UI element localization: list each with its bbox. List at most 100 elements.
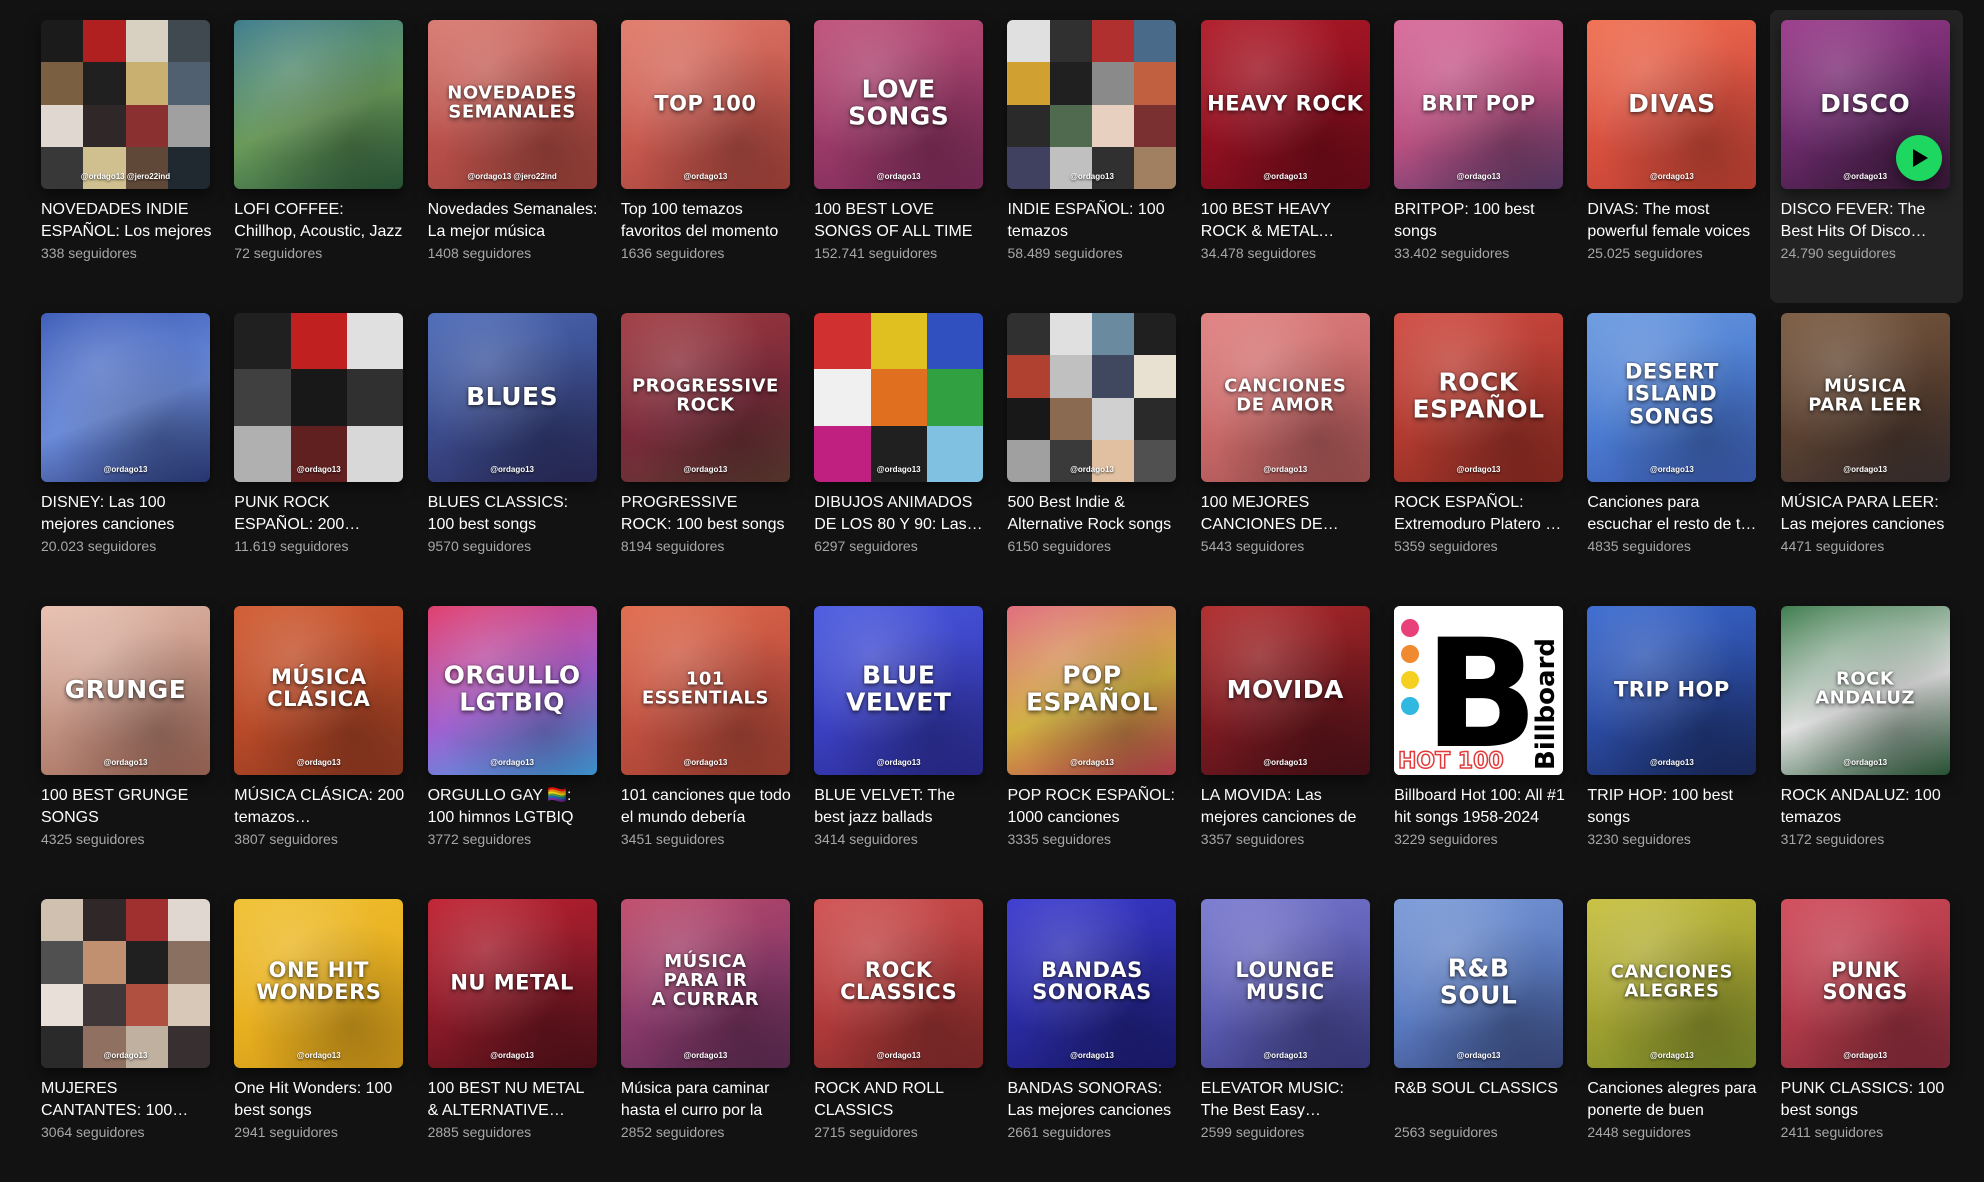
playlist-card[interactable]: PUNK SONGS @ordago13 PUNK CLASSICS: 100 be… (1770, 889, 1963, 1182)
playlist-title[interactable]: 100 MEJORES CANCIONES DE AMOR (1201, 492, 1372, 536)
playlist-card[interactable]: DESERT ISLAND SONGS @ordago13 Canciones pa… (1576, 303, 1769, 596)
playlist-cover[interactable]: TOP 100 @ordago13 (620, 20, 790, 189)
playlist-title[interactable]: 100 BEST HEAVY ROCK & METAL SONGS (1201, 199, 1372, 243)
playlist-title[interactable]: ORGULLO GAY 🏳️‍🌈: 100 himnos LGTBIQ (428, 785, 599, 829)
playlist-card[interactable]: ROCK ANDALUZ @ordago13 ROCK ANDALUZ: 100 t… (1770, 596, 1963, 889)
playlist-title[interactable]: DISNEY: Las 100 mejores canciones (41, 492, 212, 536)
playlist-title[interactable]: ELEVATOR MUSIC: The Best Easy Listening (1201, 1078, 1372, 1122)
playlist-cover[interactable]: ROCK CLASSICS @ordago13 (814, 899, 984, 1068)
playlist-title[interactable]: 100 BEST LOVE SONGS OF ALL TIME (814, 199, 985, 243)
playlist-title[interactable]: DISCO FEVER: The Best Hits Of Disco Musi… (1781, 199, 1952, 243)
playlist-title[interactable]: ROCK ESPAÑOL: Extremoduro Platero y Tú (1394, 492, 1565, 536)
playlist-cover[interactable]: TRIP HOP @ordago13 (1587, 606, 1757, 775)
playlist-cover[interactable]: MOVIDA @ordago13 (1200, 606, 1370, 775)
playlist-card[interactable]: BRIT POP @ordago13 BRITPOP: 100 best songs… (1383, 10, 1576, 303)
playlist-cover[interactable] (234, 20, 404, 189)
playlist-card[interactable]: LOUNGE MUSIC @ordago13 ELEVATOR MUSIC: The… (1190, 889, 1383, 1182)
playlist-card[interactable]: PROGRESSIVE ROCK @ordago13 PROGRESSIVE ROC… (610, 303, 803, 596)
playlist-title[interactable]: Novedades Semanales: La mejor música (428, 199, 599, 243)
playlist-cover[interactable]: @ordago13 (234, 313, 404, 482)
playlist-card[interactable]: DISCO @ordago13 DISCO FEVER: The Best Hits… (1769, 10, 1963, 303)
playlist-cover[interactable]: BRIT POP @ordago13 (1394, 20, 1564, 189)
playlist-card[interactable]: R&B SOUL @ordago13 R&B SOUL CLASSICS 2563 s… (1383, 889, 1576, 1182)
playlist-title[interactable]: MUJERES CANTANTES: 100 voces (41, 1078, 212, 1122)
playlist-card[interactable]: @ordago13 INDIE ESPAÑOL: 100 temazos 58.48… (996, 10, 1189, 303)
playlist-card[interactable]: NOVEDADES SEMANALES @ordago13 @jero22ind N… (417, 10, 610, 303)
playlist-card[interactable]: ONE HIT WONDERS @ordago13 One Hit Wonders:… (223, 889, 416, 1182)
playlist-cover[interactable]: NOVEDADES SEMANALES @ordago13 @jero22ind (427, 20, 597, 189)
playlist-cover[interactable]: R&B SOUL @ordago13 (1394, 899, 1564, 1068)
playlist-title[interactable]: MÚSICA PARA LEER: Las mejores canciones (1781, 492, 1952, 536)
playlist-cover[interactable]: @ordago13 (1007, 313, 1177, 482)
playlist-card[interactable]: HEAVY ROCK @ordago13 100 BEST HEAVY ROCK &… (1190, 10, 1383, 303)
playlist-title[interactable]: TRIP HOP: 100 best songs (1587, 785, 1758, 829)
playlist-card[interactable]: TRIP HOP @ordago13 TRIP HOP: 100 best song… (1576, 596, 1769, 889)
playlist-cover[interactable]: LOVE SONGS @ordago13 (814, 20, 984, 189)
playlist-cover[interactable]: POP ESPAÑOL @ordago13 (1007, 606, 1177, 775)
playlist-card[interactable]: @ordago13 DIBUJOS ANIMADOS DE LOS 80 Y 90… (803, 303, 996, 596)
playlist-cover[interactable]: B HOT 100 Billboard (1394, 606, 1564, 775)
playlist-title[interactable]: PUNK ROCK ESPAÑOL: 200 temazos (234, 492, 405, 536)
playlist-card[interactable]: BANDAS SONORAS @ordago13 BANDAS SONORAS: L… (996, 889, 1189, 1182)
playlist-title[interactable]: 100 BEST NU METAL & ALTERNATIVE METAL (428, 1078, 599, 1122)
playlist-title[interactable]: MÚSICA CLÁSICA: 200 temazos imprescindib… (234, 785, 405, 829)
playlist-card[interactable]: BLUES @ordago13 BLUES CLASSICS: 100 best s… (417, 303, 610, 596)
playlist-cover[interactable]: @ordago13 (41, 899, 210, 1068)
playlist-title[interactable]: INDIE ESPAÑOL: 100 temazos (1007, 199, 1178, 243)
playlist-card[interactable]: B HOT 100 Billboard Billboard Hot 100: All … (1383, 596, 1576, 889)
playlist-cover[interactable]: BLUES @ordago13 (427, 313, 597, 482)
playlist-card[interactable]: CANCIONES ALEGRES @ordago13 Canciones aleg… (1576, 889, 1769, 1182)
playlist-card[interactable]: ROCK CLASSICS @ordago13 ROCK AND ROLL CLAS… (803, 889, 996, 1182)
playlist-cover[interactable]: MÚSICA PARA LEER @ordago13 (1780, 313, 1950, 482)
playlist-cover[interactable]: BLUE VELVET @ordago13 (814, 606, 984, 775)
playlist-title[interactable]: DIVAS: The most powerful female voices (1587, 199, 1758, 243)
playlist-title[interactable]: BLUES CLASSICS: 100 best songs (428, 492, 599, 536)
playlist-title[interactable]: LA MOVIDA: Las mejores canciones de (1201, 785, 1372, 829)
playlist-title[interactable]: BRITPOP: 100 best songs (1394, 199, 1565, 243)
playlist-cover[interactable]: @ordago13 (1007, 20, 1177, 189)
playlist-card[interactable]: MOVIDA @ordago13 LA MOVIDA: Las mejores ca… (1190, 596, 1383, 889)
playlist-title[interactable]: 500 Best Indie & Alternative Rock songs (1007, 492, 1178, 536)
playlist-card[interactable]: POP ESPAÑOL @ordago13 POP ROCK ESPAÑOL: 10… (996, 596, 1189, 889)
playlist-cover[interactable]: @ordago13 @jero22ind (41, 20, 210, 189)
playlist-cover[interactable]: LOUNGE MUSIC @ordago13 (1200, 899, 1370, 1068)
playlist-cover[interactable]: DIVAS @ordago13 (1587, 20, 1757, 189)
playlist-title[interactable]: R&B SOUL CLASSICS (1394, 1078, 1565, 1122)
playlist-card[interactable]: ORGULLO LGTBIQ @ordago13 ORGULLO GAY 🏳️‍🌈:… (417, 596, 610, 889)
playlist-card[interactable]: ROCK ESPAÑOL @ordago13 ROCK ESPAÑOL: Extre… (1383, 303, 1576, 596)
playlist-title[interactable]: 101 canciones que todo el mundo debería (621, 785, 792, 829)
playlist-title[interactable]: 100 BEST GRUNGE SONGS (41, 785, 212, 829)
playlist-title[interactable]: ROCK ANDALUZ: 100 temazos (1781, 785, 1952, 829)
playlist-title[interactable]: PROGRESSIVE ROCK: 100 best songs (621, 492, 792, 536)
playlist-cover[interactable]: HEAVY ROCK @ordago13 (1200, 20, 1370, 189)
playlist-card[interactable]: TOP 100 @ordago13 Top 100 temazos favorito… (610, 10, 803, 303)
playlist-cover[interactable]: ROCK ANDALUZ @ordago13 (1780, 606, 1950, 775)
playlist-cover[interactable]: 101 ESSENTIALS @ordago13 (620, 606, 790, 775)
playlist-title[interactable]: Billboard Hot 100: All #1 hit songs 1958… (1394, 785, 1565, 829)
playlist-cover[interactable]: @ordago13 (41, 313, 210, 482)
playlist-title[interactable]: LOFI COFFEE: Chillhop, Acoustic, Jazz (234, 199, 405, 243)
playlist-title[interactable]: BANDAS SONORAS: Las mejores canciones (1007, 1078, 1178, 1122)
playlist-cover[interactable]: CANCIONES DE AMOR @ordago13 (1200, 313, 1370, 482)
playlist-cover[interactable]: PROGRESSIVE ROCK @ordago13 (620, 313, 790, 482)
playlist-cover[interactable]: DISCO @ordago13 (1780, 20, 1950, 189)
playlist-cover[interactable]: DESERT ISLAND SONGS @ordago13 (1587, 313, 1757, 482)
playlist-title[interactable]: Canciones alegres para ponerte de buen (1587, 1078, 1758, 1122)
playlist-title[interactable]: BLUE VELVET: The best jazz ballads (814, 785, 985, 829)
playlist-cover[interactable]: MÚSICA CLÁSICA @ordago13 (234, 606, 404, 775)
playlist-card[interactable]: CANCIONES DE AMOR @ordago13 100 MEJORES CA… (1190, 303, 1383, 596)
playlist-cover[interactable]: GRUNGE @ordago13 (41, 606, 210, 775)
playlist-card[interactable]: NU METAL @ordago13 100 BEST NU METAL & ALT… (417, 889, 610, 1182)
playlist-title[interactable]: NOVEDADES INDIE ESPAÑOL: Los mejores (41, 199, 212, 243)
playlist-cover[interactable]: NU METAL @ordago13 (427, 899, 597, 1068)
playlist-card[interactable]: MÚSICA PARA IR A CURRAR @ordago13 Música p… (610, 889, 803, 1182)
playlist-cover[interactable]: MÚSICA PARA IR A CURRAR @ordago13 (620, 899, 790, 1068)
playlist-title[interactable]: Canciones para escuchar el resto de tu v… (1587, 492, 1758, 536)
playlist-cover[interactable]: ROCK ESPAÑOL @ordago13 (1394, 313, 1564, 482)
playlist-card[interactable]: GRUNGE @ordago13 100 BEST GRUNGE SONGS 4325… (30, 596, 223, 889)
playlist-title[interactable]: PUNK CLASSICS: 100 best songs (1781, 1078, 1952, 1122)
playlist-card[interactable]: LOFI COFFEE: Chillhop, Acoustic, Jazz 72 … (223, 10, 416, 303)
playlist-cover[interactable]: BANDAS SONORAS @ordago13 (1007, 899, 1177, 1068)
playlist-card[interactable]: MÚSICA PARA LEER @ordago13 MÚSICA PARA LEE… (1770, 303, 1963, 596)
playlist-title[interactable]: ROCK AND ROLL CLASSICS (814, 1078, 985, 1122)
